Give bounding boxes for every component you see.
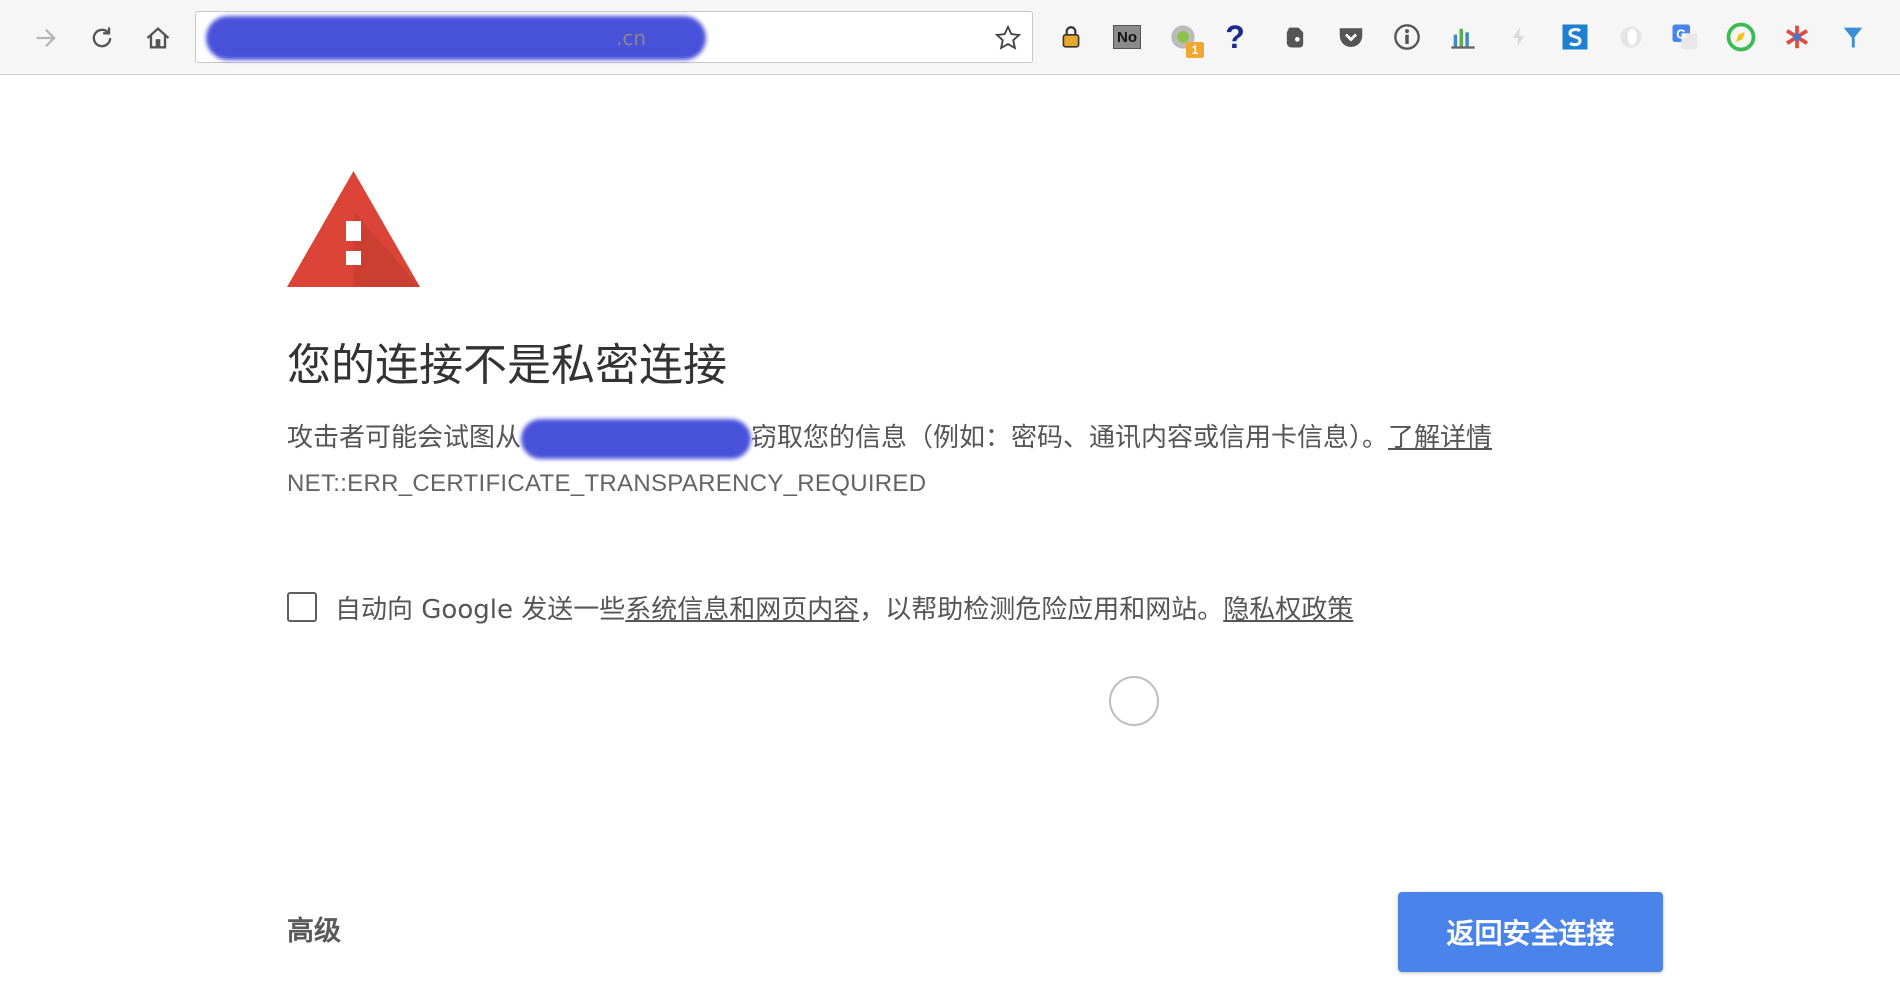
reload-icon [92, 27, 112, 48]
google-translate-extension-icon[interactable]: G [1668, 20, 1702, 54]
s-extension-icon[interactable] [1558, 20, 1592, 54]
home-icon [146, 27, 170, 49]
browser-toolbar: .cn No 1 ? G [0, 0, 1900, 75]
send-report-checkbox[interactable] [287, 592, 317, 622]
page-title: 您的连接不是私密连接 [287, 340, 727, 391]
warning-triangle-icon [287, 171, 420, 287]
error-code: NET::ERR_CERTIFICATE_TRANSPARENCY_REQUIR… [287, 470, 927, 497]
compass-extension-icon[interactable] [1724, 20, 1758, 54]
explanation-paragraph: 攻击者可能会试图从 窃取您的信息（例如：密码、通讯内容或信用卡信息）。了解详情 [287, 418, 1492, 459]
forward-button[interactable] [26, 18, 66, 58]
asterisk-extension-icon[interactable] [1780, 20, 1814, 54]
back-to-safety-button[interactable]: 返回安全连接 [1398, 892, 1663, 972]
explanation-text-after: 窃取您的信息（例如：密码、通讯内容或信用卡信息）。 [751, 423, 1389, 453]
extension-badge-count: 1 [1186, 42, 1204, 58]
system-info-link[interactable]: 系统信息和网页内容 [625, 595, 859, 625]
info-extension-icon[interactable] [1390, 20, 1424, 54]
opera-extension-icon[interactable] [1614, 20, 1648, 54]
lightning-extension-icon[interactable] [1502, 20, 1536, 54]
evernote-extension-icon[interactable] [1278, 20, 1312, 54]
checkbox-text-before: 自动向 Google 发送一些 [335, 595, 626, 625]
noscript-label: No [1113, 25, 1141, 49]
redacted-hostname [521, 418, 752, 459]
bookmark-star-button[interactable] [992, 22, 1024, 54]
explanation-text-before: 攻击者可能会试图从 [287, 423, 522, 453]
lock-extension-icon[interactable] [1054, 20, 1088, 54]
star-icon [994, 24, 1022, 50]
learn-more-link[interactable]: 了解详情 [1388, 423, 1492, 453]
privacy-policy-link[interactable]: 隐私权政策 [1223, 595, 1353, 625]
loading-spinner [1109, 676, 1159, 726]
pocket-extension-icon[interactable] [1334, 20, 1368, 54]
reload-button[interactable] [82, 18, 122, 58]
badge-extension-icon[interactable]: 1 [1166, 20, 1204, 58]
home-button[interactable] [138, 18, 178, 58]
address-bar[interactable]: .cn [195, 11, 1033, 63]
help-label: ? [1225, 19, 1245, 55]
noscript-extension-icon[interactable]: No [1110, 20, 1144, 54]
send-report-label: 自动向 Google 发送一些系统信息和网页内容，以帮助检测危险应用和网站。隐私… [335, 590, 1353, 630]
arrow-right-icon [36, 29, 56, 47]
advanced-button[interactable]: 高级 [287, 912, 341, 952]
chart-extension-icon[interactable] [1446, 20, 1480, 54]
checkbox-text-middle: ，以帮助检测危险应用和网站。 [859, 595, 1224, 625]
svg-text:G: G [1676, 27, 1686, 41]
url-suffix: .cn [616, 26, 647, 50]
help-extension-icon[interactable]: ? [1218, 20, 1252, 54]
y-extension-icon[interactable] [1836, 20, 1870, 54]
